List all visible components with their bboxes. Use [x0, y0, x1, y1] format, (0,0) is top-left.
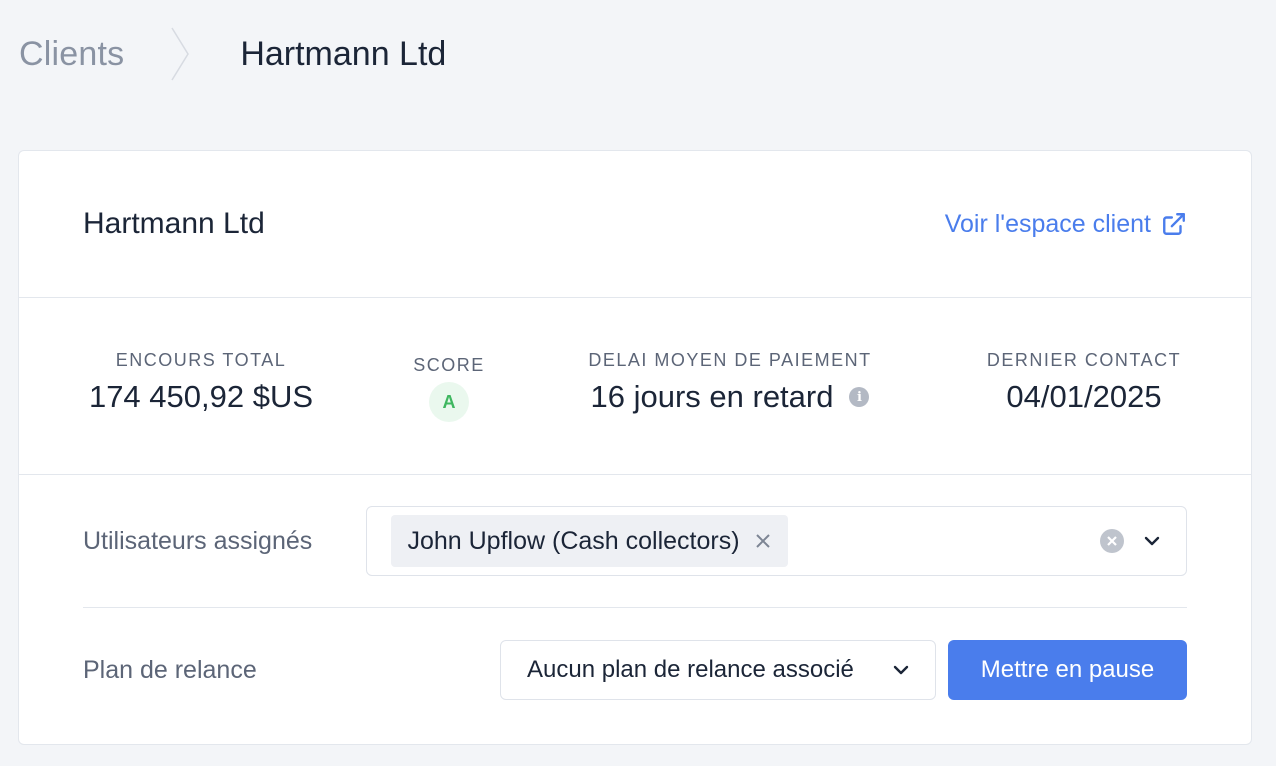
stat-total-label: ENCOURS TOTAL: [115, 350, 287, 370]
dunning-plan-selected: Aucun plan de relance associé: [527, 656, 854, 683]
chevron-down-icon[interactable]: [1142, 531, 1162, 551]
client-portal-link[interactable]: Voir l'espace client: [945, 210, 1187, 239]
info-icon[interactable]: i: [849, 387, 870, 407]
score-badge: A: [429, 382, 469, 422]
stat-delay-value: 16 jours en retard: [590, 379, 834, 414]
assigned-users-label: Utilisateurs assignés: [83, 526, 313, 555]
assigned-users-row: Utilisateurs assignés John Upflow (Cash …: [83, 475, 1187, 608]
breadcrumb-clients-link[interactable]: Clients: [19, 35, 124, 74]
external-link-icon: [1163, 213, 1185, 235]
stat-contact-label: DERNIER CONTACT: [986, 350, 1182, 370]
dunning-plan-row: Plan de relance Aucun plan de relance as…: [83, 608, 1187, 732]
client-portal-link-label: Voir l'espace client: [944, 209, 1151, 238]
dunning-plan-select[interactable]: Aucun plan de relance associé: [500, 640, 936, 700]
stat-score-label: SCORE: [413, 355, 485, 375]
client-name: Hartmann Ltd: [83, 207, 265, 240]
chevron-down-icon: [893, 665, 909, 675]
dunning-plan-controls: Aucun plan de relance associé Mettre en …: [500, 640, 1187, 700]
dunning-plan-label: Plan de relance: [83, 655, 257, 684]
client-stats: ENCOURS TOTAL 174 450,92 $US SCORE A DEL…: [19, 298, 1251, 475]
assigned-users-select[interactable]: John Upflow (Cash collectors): [366, 506, 1187, 576]
select-controls: [1100, 529, 1162, 553]
stat-total-outstanding: ENCOURS TOTAL 174 450,92 $US: [83, 350, 319, 415]
page-title: Hartmann Ltd: [240, 34, 447, 73]
settings-section: Utilisateurs assignés John Upflow (Cash …: [19, 475, 1251, 732]
stat-total-value: 174 450,92 $US: [88, 379, 314, 414]
user-chip: John Upflow (Cash collectors): [391, 515, 788, 567]
remove-chip-icon[interactable]: [754, 532, 772, 550]
card-header: Hartmann Ltd Voir l'espace client: [19, 151, 1251, 298]
stat-score: SCORE A: [404, 355, 494, 422]
breadcrumb: Clients Hartmann Ltd: [19, 26, 446, 82]
stat-last-contact: DERNIER CONTACT 04/01/2025: [979, 350, 1189, 415]
client-card: Hartmann Ltd Voir l'espace client ENCOUR…: [18, 150, 1252, 745]
stat-delay-label: DELAI MOYEN DE PAIEMENT: [588, 350, 872, 370]
stat-delay-row: 16 jours en retard i: [591, 379, 870, 415]
user-chip-label: John Upflow (Cash collectors): [407, 526, 740, 555]
breadcrumb-separator-icon: [171, 27, 190, 81]
clear-selection-icon[interactable]: [1100, 529, 1124, 553]
stat-average-delay: DELAI MOYEN DE PAIEMENT 16 jours en reta…: [575, 350, 885, 415]
pause-button[interactable]: Mettre en pause: [948, 640, 1187, 700]
stat-contact-value: 04/01/2025: [1006, 379, 1162, 414]
